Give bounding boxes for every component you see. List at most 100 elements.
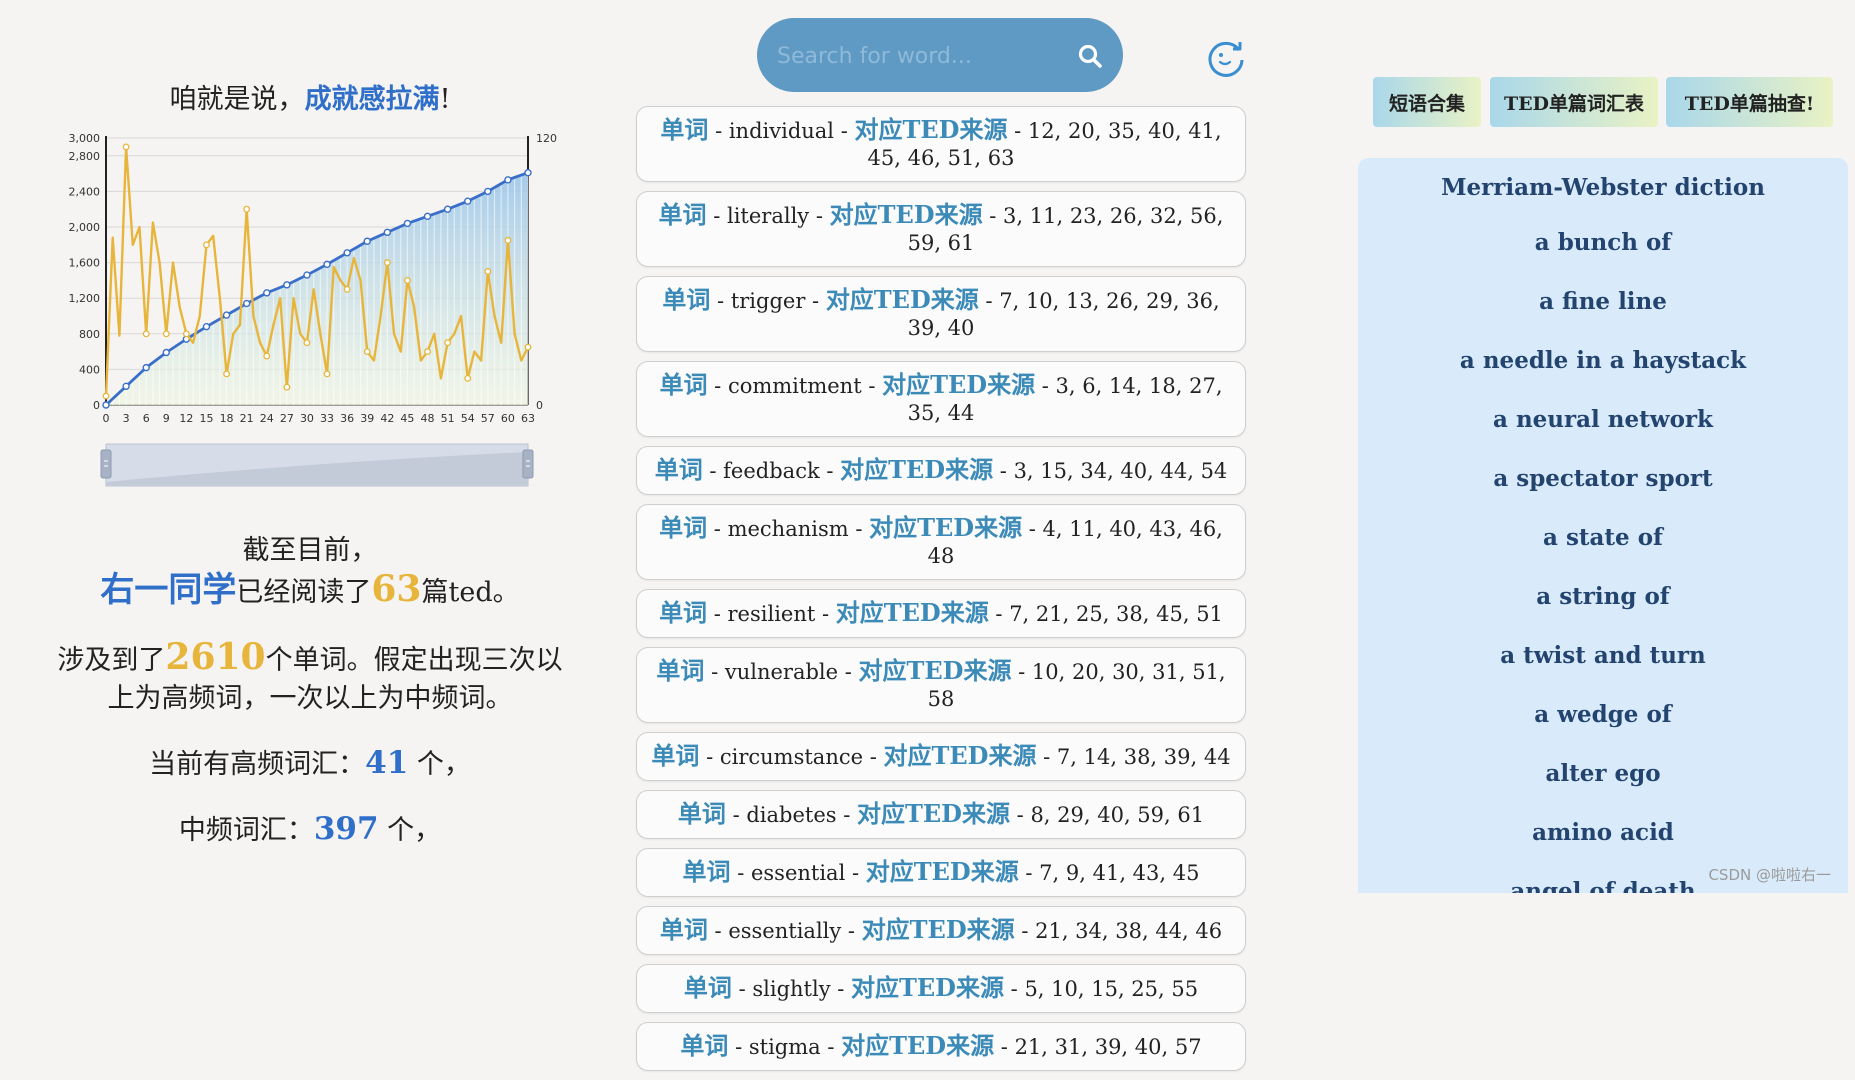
x-tick-label: 27 <box>280 412 294 425</box>
per-article-point <box>263 352 271 360</box>
high-prefix: 当前有高频词汇： <box>149 749 366 780</box>
per-article-point <box>142 330 150 338</box>
phrase-list: a bunch of a fine line a needle in a hayst… <box>1358 213 1848 893</box>
cumulative-point <box>222 311 231 319</box>
word-card[interactable]: 单词 - vulnerable - 对应TED来源 - 10, 20, 30, … <box>636 647 1246 723</box>
per-article-point <box>383 259 391 267</box>
search-input[interactable] <box>775 34 1069 78</box>
chart-svg: 0 400 800 1,200 1,600 2,000 2,400 2,800 3,000 0 12… <box>69 132 557 487</box>
source-label: 对应TED来源 <box>835 598 989 627</box>
source-list: 7, 14, 38, 39, 44 <box>1056 745 1231 769</box>
x-tick-label: 48 <box>421 412 435 425</box>
refresh-icon[interactable] <box>1205 36 1247 78</box>
y-tick-label: 2,000 <box>69 221 101 234</box>
cumulative-point <box>403 219 412 228</box>
cumulative-point <box>102 401 110 409</box>
word-text: stigma <box>748 1035 821 1059</box>
word-card[interactable]: 单词 - literally - 对应TED来源 - 3, 11, 23, 26… <box>636 191 1246 267</box>
source-list: 21, 31, 39, 40, 57 <box>1014 1035 1202 1059</box>
x-tick-label: 18 <box>220 412 234 425</box>
x-tick-label: 45 <box>400 412 414 425</box>
word-text: individual <box>728 119 835 143</box>
x-tick-label: 39 <box>360 412 374 425</box>
word-text: trigger <box>730 289 806 313</box>
x-tick-label: 63 <box>521 412 535 425</box>
phrase-item[interactable]: alter ego <box>1358 744 1848 803</box>
source-list: 7, 9, 41, 43, 45 <box>1039 861 1200 885</box>
phrase-item[interactable]: a fine line <box>1358 272 1848 331</box>
headline-strong: 成就感拉满 <box>304 84 440 115</box>
per-article-point <box>102 392 110 400</box>
high-frequency-word-list: 单词 - individual - 对应TED来源 - 12, 20, 35, … <box>636 106 1246 1080</box>
y2-tick-label: 120 <box>536 132 557 145</box>
cumulative-point <box>504 176 512 184</box>
phrase-item[interactable]: a needle in a haystack <box>1358 331 1848 390</box>
x-tick-label: 0 <box>103 412 110 425</box>
phrase-item[interactable]: a spectator sport <box>1358 449 1848 508</box>
x-tick-label: 24 <box>260 412 274 425</box>
tab-ted-quiz[interactable]: TED单篇抽查! <box>1666 77 1833 127</box>
word-card[interactable]: 单词 - essential - 对应TED来源 - 7, 9, 41, 43,… <box>636 848 1246 897</box>
word-tag: 单词 <box>656 656 705 685</box>
word-card[interactable]: 单词 - mechanism - 对应TED来源 - 4, 11, 40, 43… <box>636 504 1246 580</box>
word-card[interactable]: 单词 - circumstance - 对应TED来源 - 7, 14, 38,… <box>636 732 1246 781</box>
phrase-item[interactable]: a state of <box>1358 508 1848 567</box>
stats-high-line: 当前有高频词汇：41 个， <box>0 744 620 784</box>
word-text: commitment <box>727 374 862 398</box>
stats-words-line: 涉及到了2610个单词。假定出现三次以 <box>0 638 620 680</box>
zoom-slider-handle[interactable] <box>522 449 534 479</box>
phrase-panel: Merriam-Webster diction a bunch of a fine… <box>1358 158 1848 893</box>
x-tick-label: 33 <box>320 412 334 425</box>
stats-read-line: 右一同学已经阅读了63篇ted。 <box>0 570 620 612</box>
word-tag: 单词 <box>659 598 708 627</box>
word-card[interactable]: 单词 - individual - 对应TED来源 - 12, 20, 35, … <box>636 106 1246 182</box>
per-article-point <box>343 285 351 293</box>
word-card[interactable]: 单词 - diabetes - 对应TED来源 - 8, 29, 40, 59,… <box>636 790 1246 839</box>
word-card[interactable]: 单词 - essentially - 对应TED来源 - 21, 34, 38,… <box>636 906 1246 955</box>
y-tick-label: 400 <box>79 363 100 376</box>
tab-phrases[interactable]: 短语合集 <box>1373 77 1481 127</box>
search-bar[interactable] <box>757 18 1123 92</box>
cumulative-point <box>263 289 271 297</box>
source-label: 对应TED来源 <box>840 455 994 484</box>
x-tick-label: 51 <box>441 412 455 425</box>
progress-chart[interactable]: 0 400 800 1,200 1,600 2,000 2,400 2,800 3,000 0 12… <box>40 122 580 492</box>
word-tag: 单词 <box>651 741 700 770</box>
word-text: slightly <box>752 977 831 1001</box>
per-article-point <box>203 241 210 249</box>
phrase-item[interactable]: a wedge of <box>1358 685 1848 744</box>
word-card[interactable]: 单词 - resilient - 对应TED来源 - 7, 21, 25, 38… <box>636 589 1246 638</box>
search-icon[interactable] <box>1077 43 1103 69</box>
cumulative-point <box>242 299 251 308</box>
y-tick-label: 3,000 <box>69 132 101 145</box>
x-tick-label: 57 <box>481 412 495 425</box>
cumulative-point <box>423 212 432 221</box>
phrase-item[interactable]: a bunch of <box>1358 213 1848 272</box>
x-tick-label: 21 <box>240 412 254 425</box>
word-card[interactable]: 单词 - stigma - 对应TED来源 - 21, 31, 39, 40, … <box>636 1022 1246 1071</box>
phrase-panel-title: Merriam-Webster diction <box>1441 174 1765 201</box>
cumulative-point <box>142 363 150 372</box>
high-suffix: 个， <box>408 749 471 780</box>
word-card[interactable]: 单词 - commitment - 对应TED来源 - 3, 6, 14, 18… <box>636 361 1246 437</box>
cumulative-point <box>524 169 532 177</box>
phrase-item[interactable]: a neural network <box>1358 390 1848 449</box>
zoom-slider-handle[interactable] <box>100 449 112 479</box>
per-article-point <box>283 383 291 391</box>
per-article-point <box>424 348 431 356</box>
word-text: essentially <box>728 919 842 943</box>
word-card[interactable]: 单词 - trigger - 对应TED来源 - 7, 10, 13, 26, … <box>636 276 1246 352</box>
phrase-item[interactable]: a string of <box>1358 567 1848 626</box>
source-list: 5, 10, 15, 25, 55 <box>1024 977 1199 1001</box>
x-tick-label: 15 <box>199 412 213 425</box>
tab-ted-vocab[interactable]: TED单篇词汇表 <box>1490 77 1658 127</box>
words-prefix: 涉及到了 <box>57 645 166 676</box>
per-article-point <box>243 205 251 213</box>
word-card[interactable]: 单词 - feedback - 对应TED来源 - 3, 15, 34, 40,… <box>636 446 1246 495</box>
cumulative-point <box>484 187 492 196</box>
y-tick-label: 1,600 <box>69 257 101 270</box>
word-card[interactable]: 单词 - slightly - 对应TED来源 - 5, 10, 15, 25,… <box>636 964 1246 1013</box>
phrase-item[interactable]: a twist and turn <box>1358 626 1848 685</box>
word-tag: 单词 <box>682 857 731 886</box>
phrase-item[interactable]: amino acid <box>1358 803 1848 862</box>
